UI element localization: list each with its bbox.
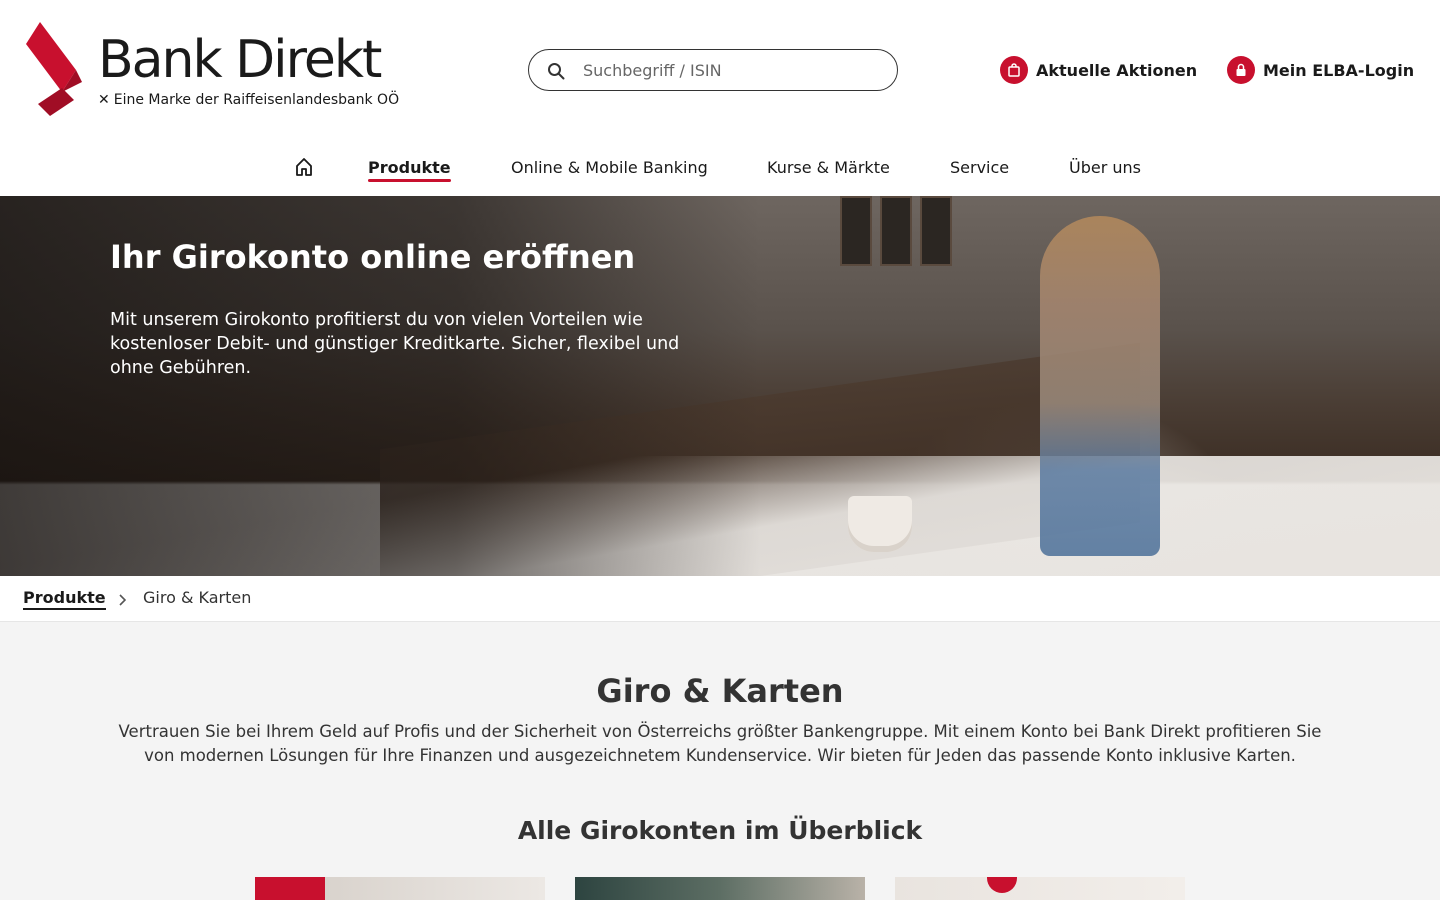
elba-login-link[interactable]: Mein ELBA-Login — [1227, 55, 1414, 85]
hero-customer-figure — [1040, 216, 1160, 556]
nav-item-produkte[interactable]: Produkte — [368, 158, 451, 182]
hero-banner: Ihr Girokonto online eröffnen Mit unsere… — [0, 196, 1440, 576]
account-card[interactable] — [895, 877, 1185, 900]
tagline-text: Eine Marke der Raiffeisenlandesbank OÖ — [113, 92, 400, 108]
breadcrumb: Produkte Giro & Karten — [0, 576, 1440, 622]
hero-menu-boards — [840, 196, 960, 266]
page-title: Giro & Karten — [596, 672, 844, 710]
bank-direkt-logo[interactable]: Bank Direkt ✕ Eine Marke der Raiffeisenla… — [26, 22, 399, 118]
account-card[interactable] — [255, 877, 545, 900]
main-navigation: Produkte Online & Mobile Banking Kurse &… — [0, 140, 1440, 196]
search-input[interactable] — [583, 58, 883, 82]
page-intro-text: Vertrauen Sie bei Ihrem Geld auf Profis … — [118, 722, 1322, 765]
nav-item-online-mobile-banking[interactable]: Online & Mobile Banking — [511, 158, 708, 177]
chevron-right-icon — [119, 594, 126, 606]
main-content: Giro & Karten Vertrauen Sie bei Ihrem Ge… — [0, 622, 1440, 900]
hero-text: Mit unserem Girokonto profitierst du von… — [110, 310, 680, 378]
shopping-bag-icon — [1000, 56, 1028, 84]
account-card[interactable] — [575, 877, 865, 900]
nav-item-ueber-uns[interactable]: Über uns — [1069, 158, 1141, 177]
tagline-mark: ✕ — [98, 92, 110, 108]
hero-coffee-cup — [848, 496, 912, 552]
hero-title: Ihr Girokonto online eröffnen — [110, 238, 636, 276]
logo-tagline: ✕ Eine Marke der Raiffeisenlandesbank OÖ — [98, 92, 399, 108]
nav-item-kurse-maerkte[interactable]: Kurse & Märkte — [767, 158, 890, 177]
search-box[interactable] — [528, 49, 898, 91]
breadcrumb-current: Giro & Karten — [143, 588, 252, 607]
elba-login-label: Mein ELBA-Login — [1263, 60, 1415, 80]
logo-mark-icon — [26, 22, 82, 116]
search-icon[interactable] — [547, 62, 565, 80]
section-title: Alle Girokonten im Überblick — [517, 816, 923, 845]
logo-wordmark: Bank Direkt — [98, 30, 382, 90]
site-header: Bank Direkt ✕ Eine Marke der Raiffeisenla… — [0, 0, 1440, 140]
nav-item-service[interactable]: Service — [950, 158, 1009, 177]
aktuelle-aktionen-label: Aktuelle Aktionen — [1036, 60, 1198, 80]
aktuelle-aktionen-link[interactable]: Aktuelle Aktionen — [1000, 55, 1197, 85]
home-icon[interactable] — [296, 158, 312, 176]
lock-icon — [1227, 56, 1255, 84]
breadcrumb-link-produkte[interactable]: Produkte — [23, 588, 106, 610]
